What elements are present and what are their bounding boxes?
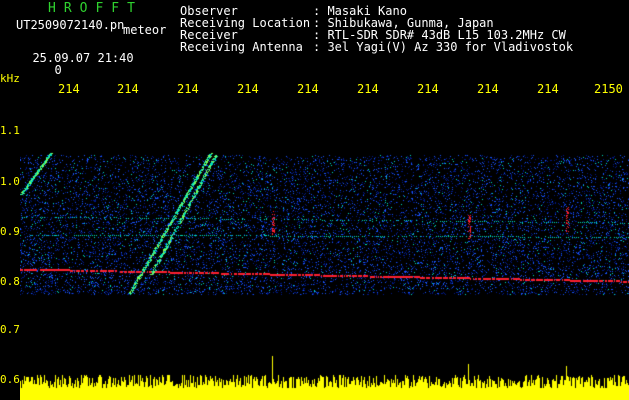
- y-tick-label: 0.6: [0, 373, 20, 386]
- y-axis-unit: kHz: [0, 72, 20, 85]
- x-tick-label: 214: [477, 82, 499, 96]
- x-tick-label: 214: [58, 82, 80, 96]
- y-tick-label: 1.1: [0, 124, 20, 137]
- y-tick-label: 0.8: [0, 275, 20, 288]
- meteor-mark-label: meteor: [123, 23, 167, 37]
- x-tick-label: 214: [237, 82, 259, 96]
- counter-value: 0: [54, 63, 62, 77]
- x-tick-label: 214: [417, 82, 439, 96]
- x-tick-label: 2150: [594, 82, 623, 96]
- x-tick-label: 214: [177, 82, 199, 96]
- antenna-value: : 3el Yagi(V) Az 330 for Vladivostok: [313, 40, 574, 54]
- x-tick-label: 214: [297, 82, 319, 96]
- spectrogram-canvas: [20, 95, 629, 400]
- antenna-label: Receiving Antenna: [180, 40, 303, 54]
- app-title: HROFFT: [48, 1, 143, 16]
- datetime-label: 25.09.07 21:40 0: [18, 40, 134, 77]
- y-tick-label: 0.9: [0, 225, 20, 238]
- x-tick-label: 214: [537, 82, 559, 96]
- datetime-value: 25.09.07 21:40: [32, 51, 134, 65]
- y-tick-label: 1.0: [0, 175, 20, 188]
- x-tick-label: 214: [117, 82, 139, 96]
- y-tick-label: 0.7: [0, 323, 20, 336]
- x-tick-label: 214: [357, 82, 379, 96]
- filename-label: UT2509072140.pn: [16, 18, 125, 32]
